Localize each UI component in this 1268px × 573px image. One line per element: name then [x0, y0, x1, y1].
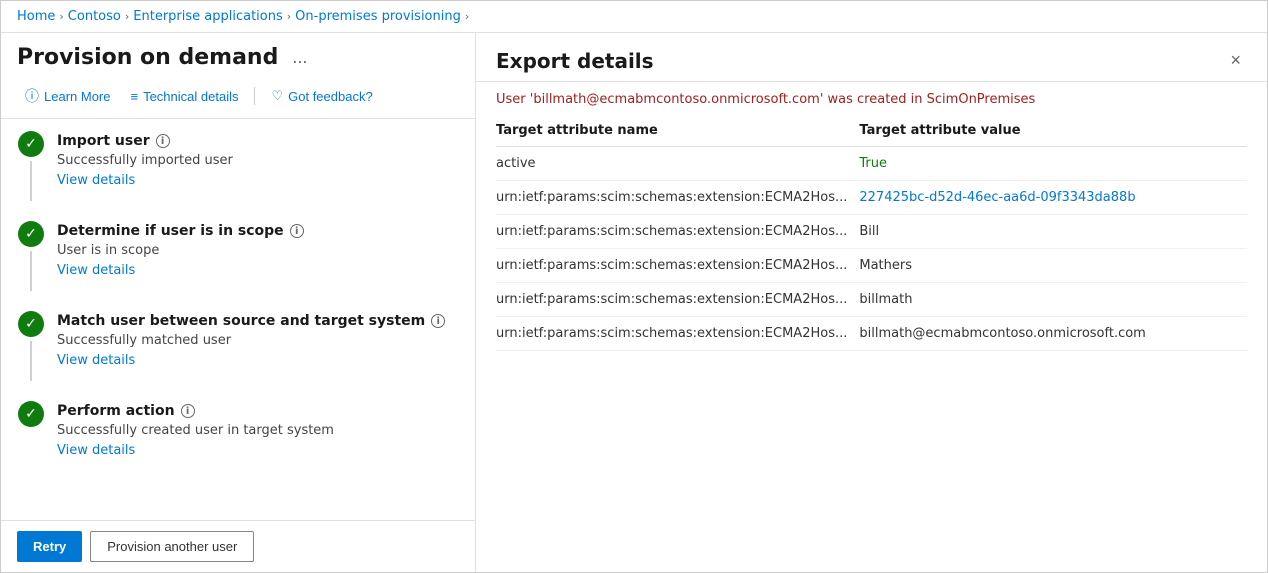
breadcrumb-sep-3: ›: [287, 10, 291, 23]
retry-button[interactable]: Retry: [17, 531, 82, 562]
ellipsis-button[interactable]: ...: [286, 45, 313, 70]
table-cell-attr: active: [496, 147, 859, 181]
table-row: urn:ietf:params:scim:schemas:extension:E…: [496, 249, 1247, 283]
technical-details-label: Technical details: [143, 89, 238, 104]
step-3-view-details[interactable]: View details: [57, 353, 135, 368]
left-header: Provision on demand ...: [1, 33, 475, 78]
table-cell-attr: urn:ietf:params:scim:schemas:extension:E…: [496, 215, 859, 249]
toolbar-divider: [254, 87, 255, 105]
step-2-title: Determine if user is in scope i: [57, 223, 459, 239]
step-4-view-details[interactable]: View details: [57, 443, 135, 458]
step-1-content: Import user i Successfully imported user…: [57, 131, 459, 201]
table-cell-value: billmath@ecmabmcontoso.onmicrosoft.com: [859, 317, 1247, 351]
table-cell-value: Mathers: [859, 249, 1247, 283]
right-header: Export details ×: [476, 33, 1267, 82]
breadcrumb-current: On-premises provisioning: [295, 9, 461, 24]
table-row: urn:ietf:params:scim:schemas:extension:E…: [496, 317, 1247, 351]
bottom-actions: Retry Provision another user: [1, 520, 475, 572]
step-1-desc: Successfully imported user: [57, 153, 459, 168]
step-3-check: ✓: [18, 311, 44, 337]
step-4-title: Perform action i: [57, 403, 459, 419]
step-4-desc: Successfully created user in target syst…: [57, 423, 459, 438]
table-cell-value: billmath: [859, 283, 1247, 317]
learn-more-icon: ⓘ: [25, 86, 39, 106]
table-row: urn:ietf:params:scim:schemas:extension:E…: [496, 283, 1247, 317]
step-1-icon-col: ✓: [17, 131, 45, 201]
step-3-icon-col: ✓: [17, 311, 45, 381]
technical-details-button[interactable]: ≡ Technical details: [122, 85, 246, 108]
step-3-title: Match user between source and target sys…: [57, 313, 459, 329]
table-cell-attr: urn:ietf:params:scim:schemas:extension:E…: [496, 317, 859, 351]
learn-more-label: Learn More: [44, 89, 110, 104]
step-2-desc: User is in scope: [57, 243, 459, 258]
table-cell-value: Bill: [859, 215, 1247, 249]
table-cell-attr: urn:ietf:params:scim:schemas:extension:E…: [496, 283, 859, 317]
close-button[interactable]: ×: [1224, 49, 1247, 71]
step-3-desc: Successfully matched user: [57, 333, 459, 348]
step-2-content: Determine if user is in scope i User is …: [57, 221, 459, 291]
step-2-line: [30, 251, 32, 291]
table-body: activeTrueurn:ietf:params:scim:schemas:e…: [496, 147, 1247, 351]
right-panel: Export details × User 'billmath@ecmabmco…: [476, 33, 1267, 572]
step-3-line: [30, 341, 32, 381]
table-row: activeTrue: [496, 147, 1247, 181]
export-title: Export details: [496, 49, 654, 73]
table-header-row: Target attribute name Target attribute v…: [496, 115, 1247, 147]
step-4-icon-col: ✓: [17, 401, 45, 458]
table-cell-value: True: [859, 147, 1247, 181]
step-1-info-icon[interactable]: i: [156, 134, 170, 148]
step-1-check: ✓: [18, 131, 44, 157]
breadcrumb-enterprise[interactable]: Enterprise applications: [133, 9, 283, 24]
page-title: Provision on demand: [17, 45, 278, 70]
breadcrumb-sep-1: ›: [59, 10, 63, 23]
col-attr-name: Target attribute name: [496, 115, 859, 147]
step-2-icon-col: ✓: [17, 221, 45, 291]
step-2-check: ✓: [18, 221, 44, 247]
subtitle-after: ' was created in ScimOnPremises: [820, 92, 1035, 107]
subtitle-email: billmath@ecmabmcontoso.onmicrosoft.com: [533, 92, 819, 107]
col-attr-value: Target attribute value: [859, 115, 1247, 147]
technical-details-icon: ≡: [130, 89, 138, 104]
step-4-info-icon[interactable]: i: [181, 404, 195, 418]
toolbar: ⓘ Learn More ≡ Technical details ♡ Got f…: [1, 78, 475, 119]
breadcrumb: Home › Contoso › Enterprise applications…: [1, 1, 1267, 33]
table-cell-attr: urn:ietf:params:scim:schemas:extension:E…: [496, 249, 859, 283]
learn-more-button[interactable]: ⓘ Learn More: [17, 82, 118, 110]
step-1-view-details[interactable]: View details: [57, 173, 135, 188]
feedback-icon: ♡: [271, 88, 283, 104]
step-2-info-icon[interactable]: i: [290, 224, 304, 238]
step-perform-action: ✓ Perform action i Successfully created …: [17, 401, 459, 458]
table-row: urn:ietf:params:scim:schemas:extension:E…: [496, 215, 1247, 249]
step-import-user: ✓ Import user i Successfully imported us…: [17, 131, 459, 201]
subtitle-before: User ': [496, 92, 533, 107]
step-4-content: Perform action i Successfully created us…: [57, 401, 459, 458]
breadcrumb-home[interactable]: Home: [17, 9, 55, 24]
feedback-button[interactable]: ♡ Got feedback?: [263, 84, 380, 108]
breadcrumb-contoso[interactable]: Contoso: [68, 9, 121, 24]
provision-another-button[interactable]: Provision another user: [90, 531, 254, 562]
steps-container: ✓ Import user i Successfully imported us…: [1, 119, 475, 520]
left-panel: Provision on demand ... ⓘ Learn More ≡ T…: [1, 33, 476, 572]
step-scope: ✓ Determine if user is in scope i User i…: [17, 221, 459, 291]
breadcrumb-sep-4: ›: [465, 10, 469, 23]
export-attributes-table: Target attribute name Target attribute v…: [496, 115, 1247, 351]
table-cell-attr: urn:ietf:params:scim:schemas:extension:E…: [496, 181, 859, 215]
step-4-check: ✓: [18, 401, 44, 427]
step-3-content: Match user between source and target sys…: [57, 311, 459, 381]
table-row: urn:ietf:params:scim:schemas:extension:E…: [496, 181, 1247, 215]
step-1-title: Import user i: [57, 133, 459, 149]
step-2-view-details[interactable]: View details: [57, 263, 135, 278]
step-match: ✓ Match user between source and target s…: [17, 311, 459, 381]
step-3-info-icon[interactable]: i: [431, 314, 445, 328]
step-1-line: [30, 161, 32, 201]
export-subtitle: User 'billmath@ecmabmcontoso.onmicrosoft…: [476, 82, 1267, 115]
table-cell-value: 227425bc-d52d-46ec-aa6d-09f3343da88b: [859, 181, 1247, 215]
export-table-container: Target attribute name Target attribute v…: [476, 115, 1267, 572]
breadcrumb-sep-2: ›: [125, 10, 129, 23]
feedback-label: Got feedback?: [288, 89, 373, 104]
